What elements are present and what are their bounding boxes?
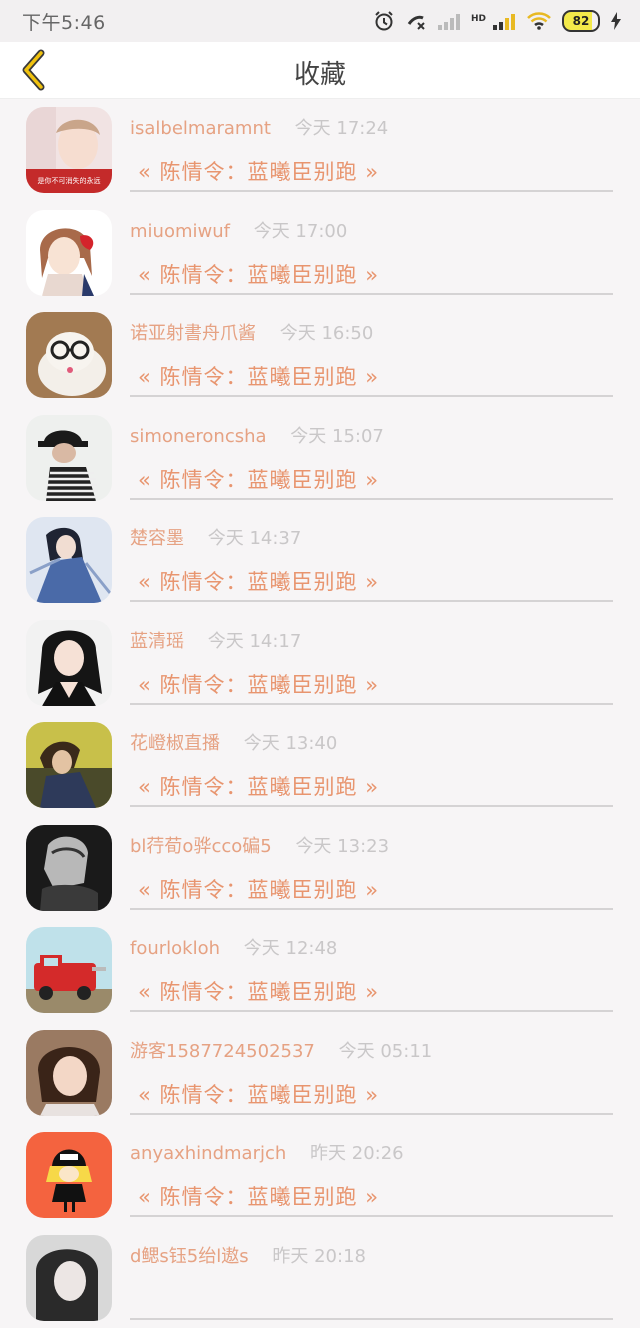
timestamp: 今天 13:23 bbox=[295, 836, 389, 857]
phone-missed-icon bbox=[405, 10, 427, 32]
username[interactable]: anyaxhindmarjch bbox=[130, 1143, 286, 1164]
item-body: isalbelmaramnt 今天 17:24 « 陈情令：蓝曦臣别跑 » bbox=[130, 98, 613, 192]
username[interactable]: 蓝清瑶 bbox=[130, 631, 184, 652]
avatar[interactable] bbox=[26, 312, 112, 398]
username[interactable]: bl荇荀o骅cco碥5 bbox=[130, 836, 272, 857]
avatar[interactable] bbox=[26, 1235, 112, 1321]
favorite-title[interactable]: « 陈情令：蓝曦臣别跑 » bbox=[138, 361, 379, 391]
battery-icon: 82 bbox=[562, 10, 600, 32]
item-body: d鳃s钰5绐l遨s 昨天 20:18 bbox=[130, 1226, 613, 1320]
favorite-title[interactable]: « 陈情令：蓝曦臣别跑 » bbox=[138, 566, 379, 596]
timestamp: 今天 17:24 bbox=[295, 118, 389, 139]
item-body: bl荇荀o骅cco碥5 今天 13:23 « 陈情令：蓝曦臣别跑 » bbox=[130, 816, 613, 910]
favorite-title[interactable]: « 陈情令：蓝曦臣别跑 » bbox=[138, 1079, 379, 1109]
status-bar: 下午5:46 HD 82 bbox=[0, 0, 640, 42]
charging-icon bbox=[610, 11, 622, 31]
avatar[interactable] bbox=[26, 415, 112, 501]
list-item[interactable]: 诺亚射書舟爪酱 今天 16:50 « 陈情令：蓝曦臣别跑 » bbox=[0, 303, 640, 406]
timestamp: 今天 14:17 bbox=[208, 631, 302, 652]
favorite-title[interactable]: « 陈情令：蓝曦臣别跑 » bbox=[138, 874, 379, 904]
timestamp: 今天 16:50 bbox=[280, 323, 374, 344]
username[interactable]: fourlokloh bbox=[130, 938, 220, 959]
avatar[interactable] bbox=[26, 825, 112, 911]
hd-badge: HD bbox=[471, 14, 486, 24]
item-body: fourlokloh 今天 12:48 « 陈情令：蓝曦臣别跑 » bbox=[130, 918, 613, 1012]
timestamp: 今天 05:11 bbox=[339, 1041, 433, 1062]
page-title: 收藏 bbox=[0, 42, 640, 98]
list-item[interactable]: d鳃s钰5绐l遨s 昨天 20:18 bbox=[0, 1226, 640, 1328]
list-item[interactable]: 游客1587724502537 今天 05:11 « 陈情令：蓝曦臣别跑 » bbox=[0, 1021, 640, 1124]
list-item[interactable]: miuomiwuf 今天 17:00 « 陈情令：蓝曦臣别跑 » bbox=[0, 201, 640, 304]
item-body: 楚容墨 今天 14:37 « 陈情令：蓝曦臣别跑 » bbox=[130, 508, 613, 602]
timestamp: 昨天 20:26 bbox=[310, 1143, 404, 1164]
list-item[interactable]: anyaxhindmarjch 昨天 20:26 « 陈情令：蓝曦臣别跑 » bbox=[0, 1123, 640, 1226]
username[interactable]: 诺亚射書舟爪酱 bbox=[130, 323, 256, 344]
alarm-icon bbox=[373, 10, 395, 32]
list-item[interactable]: fourlokloh 今天 12:48 « 陈情令：蓝曦臣别跑 » bbox=[0, 918, 640, 1021]
item-body: miuomiwuf 今天 17:00 « 陈情令：蓝曦臣别跑 » bbox=[130, 201, 613, 295]
favorites-list: 是你不可消失的永远 isalbelmaramnt 今天 17:24 « 陈情令：… bbox=[0, 98, 640, 1328]
list-item[interactable]: 蓝清瑶 今天 14:17 « 陈情令：蓝曦臣别跑 » bbox=[0, 611, 640, 714]
list-item[interactable]: 楚容墨 今天 14:37 « 陈情令：蓝曦臣别跑 » bbox=[0, 508, 640, 611]
favorite-title[interactable]: « 陈情令：蓝曦臣别跑 » bbox=[138, 464, 379, 494]
username[interactable]: 游客1587724502537 bbox=[130, 1041, 315, 1062]
avatar[interactable] bbox=[26, 517, 112, 603]
favorite-title[interactable]: « 陈情令：蓝曦臣别跑 » bbox=[138, 669, 379, 699]
avatar[interactable] bbox=[26, 620, 112, 706]
username[interactable]: isalbelmaramnt bbox=[130, 118, 271, 139]
list-item[interactable]: 是你不可消失的永远 isalbelmaramnt 今天 17:24 « 陈情令：… bbox=[0, 98, 640, 201]
avatar[interactable] bbox=[26, 1132, 112, 1218]
status-time: 下午5:46 bbox=[22, 8, 106, 35]
favorite-title[interactable]: « 陈情令：蓝曦臣别跑 » bbox=[138, 156, 379, 186]
timestamp: 昨天 20:18 bbox=[272, 1246, 366, 1267]
favorite-title[interactable]: « 陈情令：蓝曦臣别跑 » bbox=[138, 771, 379, 801]
item-body: 蓝清瑶 今天 14:17 « 陈情令：蓝曦臣别跑 » bbox=[130, 611, 613, 705]
timestamp: 今天 14:37 bbox=[208, 528, 302, 549]
avatar[interactable]: 是你不可消失的永远 bbox=[26, 107, 112, 193]
timestamp: 今天 12:48 bbox=[244, 938, 338, 959]
avatar[interactable] bbox=[26, 927, 112, 1013]
signal-icon bbox=[492, 12, 516, 30]
item-body: anyaxhindmarjch 昨天 20:26 « 陈情令：蓝曦臣别跑 » bbox=[130, 1123, 613, 1217]
signal-weak-icon bbox=[437, 12, 461, 30]
timestamp: 今天 17:00 bbox=[254, 221, 348, 242]
username[interactable]: 花嶝椒直播 bbox=[130, 733, 220, 754]
item-body: simoneroncsha 今天 15:07 « 陈情令：蓝曦臣别跑 » bbox=[130, 406, 613, 500]
avatar[interactable] bbox=[26, 1030, 112, 1116]
header: 收藏 bbox=[0, 42, 640, 99]
avatar[interactable] bbox=[26, 210, 112, 296]
username[interactable]: simoneroncsha bbox=[130, 426, 267, 447]
list-item[interactable]: bl荇荀o骅cco碥5 今天 13:23 « 陈情令：蓝曦臣别跑 » bbox=[0, 816, 640, 919]
username[interactable]: d鳃s钰5绐l遨s bbox=[130, 1246, 249, 1267]
item-body: 花嶝椒直播 今天 13:40 « 陈情令：蓝曦臣别跑 » bbox=[130, 713, 613, 807]
wifi-icon bbox=[526, 11, 552, 31]
favorite-title[interactable]: « 陈情令：蓝曦臣别跑 » bbox=[138, 1181, 379, 1211]
favorite-title[interactable]: « 陈情令：蓝曦臣别跑 » bbox=[138, 976, 379, 1006]
avatar[interactable] bbox=[26, 722, 112, 808]
list-item[interactable]: 花嶝椒直播 今天 13:40 « 陈情令：蓝曦臣别跑 » bbox=[0, 713, 640, 816]
timestamp: 今天 15:07 bbox=[290, 426, 384, 447]
timestamp: 今天 13:40 bbox=[244, 733, 338, 754]
list-item[interactable]: simoneroncsha 今天 15:07 « 陈情令：蓝曦臣别跑 » bbox=[0, 406, 640, 509]
item-body: 诺亚射書舟爪酱 今天 16:50 « 陈情令：蓝曦臣别跑 » bbox=[130, 303, 613, 397]
favorite-title[interactable]: « 陈情令：蓝曦臣别跑 » bbox=[138, 259, 379, 289]
username[interactable]: 楚容墨 bbox=[130, 528, 184, 549]
username[interactable]: miuomiwuf bbox=[130, 221, 230, 242]
avatar-overlay-text: 是你不可消失的永远 bbox=[38, 176, 101, 185]
status-icons: HD 82 bbox=[373, 10, 622, 32]
item-body: 游客1587724502537 今天 05:11 « 陈情令：蓝曦臣别跑 » bbox=[130, 1021, 613, 1115]
